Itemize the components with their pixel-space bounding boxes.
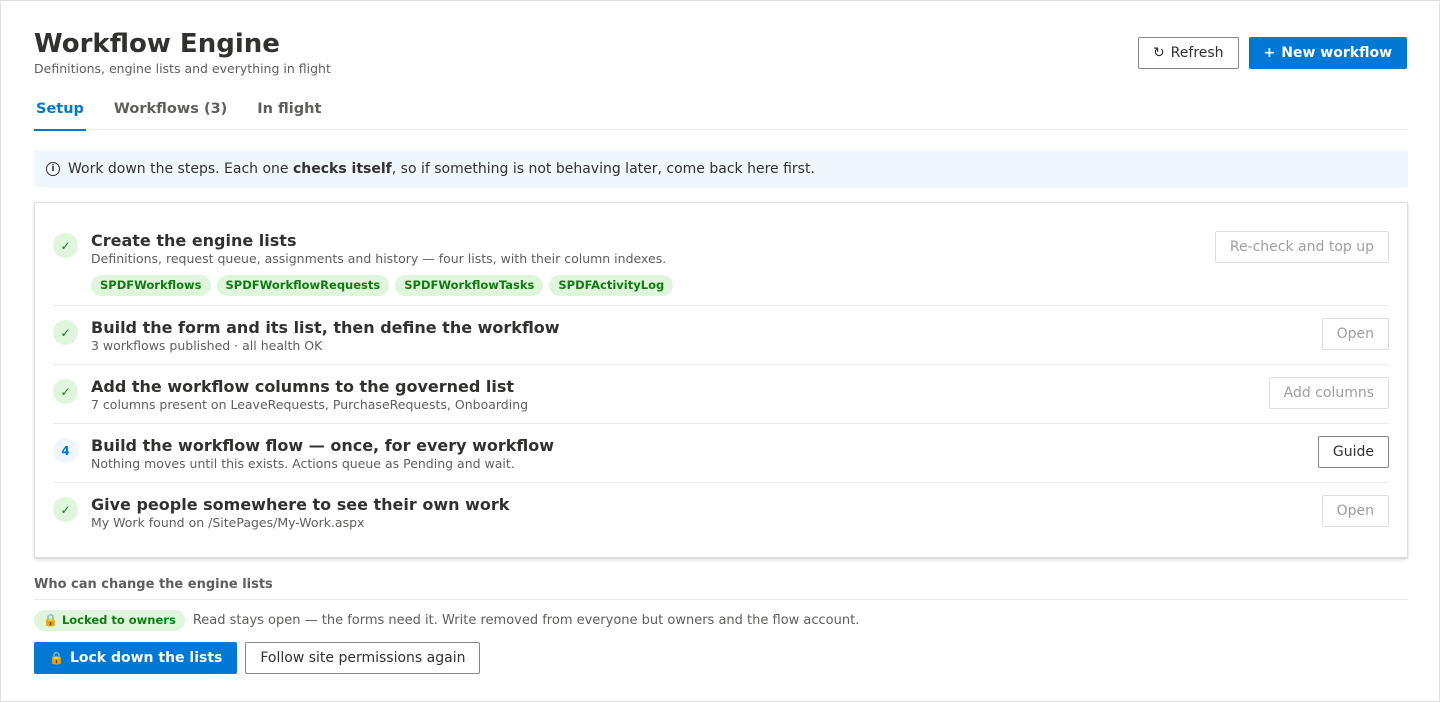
step-description: My Work found on /SitePages/My-Work.aspx [91,515,365,530]
check-icon: ✓ [53,320,78,345]
check-icon: ✓ [53,379,78,404]
new-workflow-button[interactable]: + New workflow [1248,37,1407,69]
recheck-button[interactable]: Re-check and top up [1214,231,1389,263]
step-description: 3 workflows published · all health OK [91,338,323,353]
permissions-status: 🔒 Locked to owners Read stays open — the… [34,610,859,631]
step-build-form: ✓ Build the form and its list, then defi… [53,318,1389,353]
new-workflow-label: New workflow [1281,45,1392,61]
chip-requests-list: SPDFWorkflowRequests [216,275,390,296]
step-title: Build the workflow flow — once, for ever… [91,436,555,455]
tab-workflows[interactable]: Workflows (3) [112,97,229,130]
section-divider [34,599,1408,600]
step-body: Build the workflow flow — once, for ever… [91,436,1389,471]
lock-down-lists-button[interactable]: 🔒 Lock down the lists [34,642,238,674]
plus-icon: + [1263,45,1276,61]
step-description: Definitions, request queue, assignments … [91,251,667,266]
lock-icon: 🔒 [43,613,58,627]
tab-setup[interactable]: Setup [34,97,86,131]
lock-down-label: Lock down the lists [69,650,223,666]
refresh-icon: ↻ [1152,45,1165,61]
open-workflows-button[interactable]: Open [1321,318,1389,350]
step-description: 7 columns present on LeaveRequests, Purc… [91,397,529,412]
add-columns-button[interactable]: Add columns [1268,377,1389,409]
locked-status-badge: 🔒 Locked to owners [34,610,185,631]
chip-workflows-list: SPDFWorkflows [91,275,211,296]
step-build-flow: 4 Build the workflow flow — once, for ev… [53,436,1389,471]
step-add-columns: ✓ Add the workflow columns to the govern… [53,377,1389,412]
page-title: Workflow Engine [34,29,280,59]
chip-tasks-list: SPDFWorkflowTasks [395,275,544,296]
lock-icon: 🔒 [49,651,64,665]
info-text-bold: checks itself [292,160,392,177]
header-actions: ↻ Refresh + New workflow [1137,37,1407,69]
permissions-actions: 🔒 Lock down the lists Follow site permis… [34,642,481,674]
page-header: Workflow Engine Definitions, engine list… [34,29,331,76]
step-description: Nothing moves until this exists. Actions… [91,456,515,471]
step-body: Give people somewhere to see their own w… [91,495,1389,530]
step-title: Create the engine lists [91,231,297,250]
tab-in-flight[interactable]: In flight [255,97,323,130]
locked-status-label: Locked to owners [61,613,176,627]
info-text-end: , so if something is not behaving later,… [391,160,815,177]
info-text-start: Work down the steps. Each one [68,160,293,177]
setup-steps-card: ✓ Create the engine lists Definitions, r… [34,202,1408,558]
check-icon: ✓ [53,497,78,522]
permissions-description: Read stays open — the forms need it. Wri… [192,613,860,628]
follow-site-permissions-button[interactable]: Follow site permissions again [245,642,481,674]
page-subtitle: Definitions, engine lists and everything… [34,61,331,76]
step-title: Build the form and its list, then define… [91,318,560,337]
info-banner: i Work down the steps. Each one checks i… [34,150,1408,187]
workflow-engine-page: Workflow Engine Definitions, engine list… [0,0,1440,702]
guide-button[interactable]: Guide [1317,436,1389,468]
step-divider [53,364,1389,365]
open-my-work-button[interactable]: Open [1321,495,1389,527]
refresh-button[interactable]: ↻ Refresh [1137,37,1239,69]
step-body: Add the workflow columns to the governed… [91,377,1389,412]
refresh-label: Refresh [1170,45,1224,61]
step-create-lists: ✓ Create the engine lists Definitions, r… [53,231,1389,296]
step-divider [53,423,1389,424]
step-number-badge: 4 [53,438,78,463]
step-divider [53,305,1389,306]
step-title: Add the workflow columns to the governed… [91,377,515,396]
step-my-work: ✓ Give people somewhere to see their own… [53,495,1389,530]
info-icon: i [46,161,60,176]
step-body: Build the form and its list, then define… [91,318,1389,353]
permissions-section-title: Who can change the engine lists [34,577,273,592]
tab-bar: Setup Workflows (3) In flight [34,97,1408,131]
check-icon: ✓ [53,233,78,258]
chip-activity-log-list: SPDFActivityLog [549,275,674,296]
list-chips: SPDFWorkflows SPDFWorkflowRequests SPDFW… [91,275,1389,296]
info-text: Work down the steps. Each one checks its… [68,161,815,177]
step-body: Create the engine lists Definitions, req… [91,231,1389,296]
step-divider [53,482,1389,483]
step-title: Give people somewhere to see their own w… [91,495,510,514]
